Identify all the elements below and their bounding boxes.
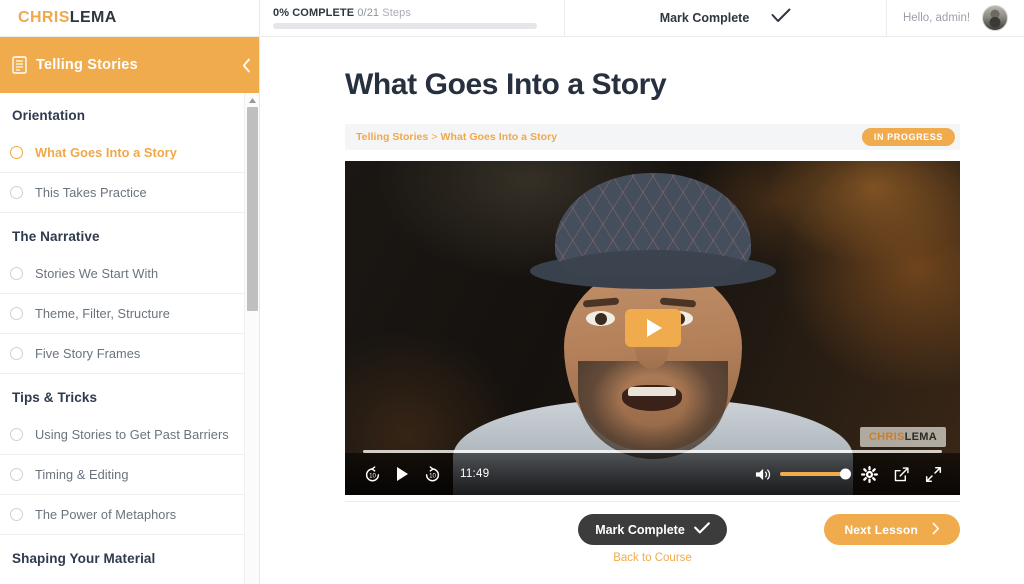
sidebar-collapse-button[interactable]	[233, 37, 259, 93]
check-icon	[771, 8, 791, 28]
avatar[interactable]	[982, 5, 1009, 31]
scroll-up-arrow-icon[interactable]	[245, 93, 259, 107]
progress-bar	[273, 23, 537, 29]
greeting-label: Hello, admin!	[902, 12, 971, 24]
percent-complete-label: 0% COMPLETE	[273, 7, 355, 19]
lesson-status-incomplete-icon	[10, 307, 23, 320]
sidebar-course-header: Telling Stories	[0, 37, 259, 93]
play-icon	[647, 319, 662, 337]
lesson-content: What Goes Into a Story Telling Stories > W…	[260, 37, 1024, 584]
section-heading: Tips & Tricks	[12, 390, 98, 405]
site-logo[interactable]: CHRISLEMA	[0, 0, 259, 37]
breadcrumb-current[interactable]: What Goes Into a Story	[441, 131, 558, 143]
lesson-status-incomplete-icon	[10, 428, 23, 441]
lesson-label: The Power of Metaphors	[35, 507, 177, 522]
lesson-status-incomplete-icon	[10, 468, 23, 481]
breadcrumb-separator: >	[431, 131, 438, 143]
sidebar-scrollbar[interactable]	[244, 93, 259, 584]
lesson-label: Theme, Filter, Structure	[35, 306, 170, 321]
watermark-part-1: CHRIS	[868, 431, 905, 443]
lesson-list-item[interactable]: Theme, Filter, Structure	[0, 294, 245, 334]
brand-logo-text: CHRISLEMA	[18, 9, 117, 27]
user-menu[interactable]: Hello, admin!	[887, 0, 1024, 36]
chevron-left-icon	[242, 58, 251, 73]
chevron-right-icon	[932, 522, 940, 538]
next-lesson-button[interactable]: Next Lesson	[824, 514, 960, 545]
svg-text:10: 10	[429, 472, 436, 479]
lesson-status-incomplete-icon	[10, 186, 23, 199]
section-heading: Orientation	[12, 108, 86, 123]
section-heading: The Narrative	[12, 229, 100, 244]
course-progress: 0% COMPLETE 0/21 Steps	[260, 0, 565, 36]
volume-slider-knob[interactable]	[840, 468, 851, 480]
steps-word-label: Steps	[382, 7, 411, 19]
watermark-part-2: LEMA	[904, 431, 937, 443]
brand-part-2: LEMA	[69, 9, 117, 26]
video-watermark: CHRISLEMA	[859, 427, 946, 447]
play-icon[interactable]	[396, 466, 409, 482]
mark-complete-label: Mark Complete	[595, 522, 685, 537]
lesson-label: Stories We Start With	[35, 266, 159, 281]
svg-text:10: 10	[369, 472, 376, 479]
lesson-label: This Takes Practice	[35, 185, 147, 200]
lesson-list-item[interactable]: The Power of Metaphors	[0, 495, 245, 535]
lesson-list-item[interactable]: Timing & Editing	[0, 455, 245, 495]
video-controls-bar: 10 10 11:49	[345, 453, 960, 495]
course-sidebar: CHRISLEMA Telling Stories Orientation Wh…	[0, 0, 260, 584]
lesson-list-item[interactable]: This Takes Practice	[0, 173, 245, 213]
forward-10-icon[interactable]: 10	[423, 465, 442, 484]
video-controls-left: 10 10 11:49	[363, 465, 489, 484]
breadcrumb: Telling Stories > What Goes Into a Story	[356, 131, 557, 143]
sidebar-course-title: Telling Stories	[36, 57, 138, 73]
rewind-10-icon[interactable]: 10	[363, 465, 382, 484]
lesson-list: Orientation What Goes Into a Story This Ta…	[0, 93, 259, 584]
lesson-label: Timing & Editing	[35, 467, 129, 482]
lesson-status-incomplete-active-icon	[10, 146, 23, 159]
lesson-list-item[interactable]: What Goes Into a Story	[0, 133, 245, 173]
gear-icon[interactable]	[861, 465, 878, 483]
course-player-app: CHRISLEMA Telling Stories Orientation Wh…	[0, 0, 1024, 584]
topbar-mark-complete-button[interactable]: Mark Complete	[565, 0, 887, 36]
lesson-label: Five Story Frames	[35, 346, 141, 361]
steps-count-label: 0/21	[357, 7, 380, 19]
lesson-list-scroll-area: Orientation What Goes Into a Story This Ta…	[0, 93, 259, 584]
video-player[interactable]: CHRISLEMA 10 10 11:49	[345, 161, 960, 495]
lesson-list-item[interactable]: Your Opening	[0, 576, 245, 584]
lesson-label: What Goes Into a Story	[35, 145, 177, 160]
breadcrumb-bar: Telling Stories > What Goes Into a Story I…	[345, 124, 960, 150]
lesson-status-incomplete-icon	[10, 508, 23, 521]
lesson-label: Using Stories to Get Past Barriers	[35, 427, 229, 442]
volume-control[interactable]	[755, 467, 851, 482]
lesson-list-item[interactable]: Stories We Start With	[0, 254, 245, 294]
breadcrumb-course-link[interactable]: Telling Stories	[356, 131, 428, 143]
lesson-status-incomplete-icon	[10, 267, 23, 280]
lesson-status-incomplete-icon	[10, 347, 23, 360]
video-play-overlay-button[interactable]	[624, 309, 681, 347]
lesson-actions: Mark Complete Back to Course Next Lesson	[345, 501, 960, 565]
video-time-label: 11:49	[460, 468, 490, 480]
sidebar-scrollbar-thumb[interactable]	[247, 107, 258, 311]
mark-complete-button[interactable]: Mark Complete	[578, 514, 727, 545]
progress-text: 0% COMPLETE 0/21 Steps	[273, 7, 544, 19]
check-icon	[693, 522, 710, 537]
brand-part-1: CHRIS	[18, 9, 70, 26]
volume-icon[interactable]	[755, 467, 772, 482]
fullscreen-icon[interactable]	[925, 466, 942, 483]
video-controls-right	[755, 465, 942, 483]
section-heading: Shaping Your Material	[12, 551, 156, 566]
document-list-icon	[12, 56, 27, 74]
top-bar: 0% COMPLETE 0/21 Steps Mark Complete Hel…	[260, 0, 1024, 37]
back-to-course-link[interactable]: Back to Course	[613, 552, 692, 564]
status-badge: IN PROGRESS	[861, 128, 955, 146]
next-lesson-label: Next Lesson	[844, 522, 918, 537]
volume-slider[interactable]	[780, 468, 851, 480]
lesson-list-item[interactable]: Five Story Frames	[0, 334, 245, 374]
main-area: 0% COMPLETE 0/21 Steps Mark Complete Hel…	[260, 0, 1024, 584]
lesson-list-item[interactable]: Using Stories to Get Past Barriers	[0, 415, 245, 455]
popout-icon[interactable]	[893, 466, 910, 483]
topbar-mark-complete-label: Mark Complete	[659, 11, 750, 25]
page-title: What Goes Into a Story	[345, 68, 667, 101]
